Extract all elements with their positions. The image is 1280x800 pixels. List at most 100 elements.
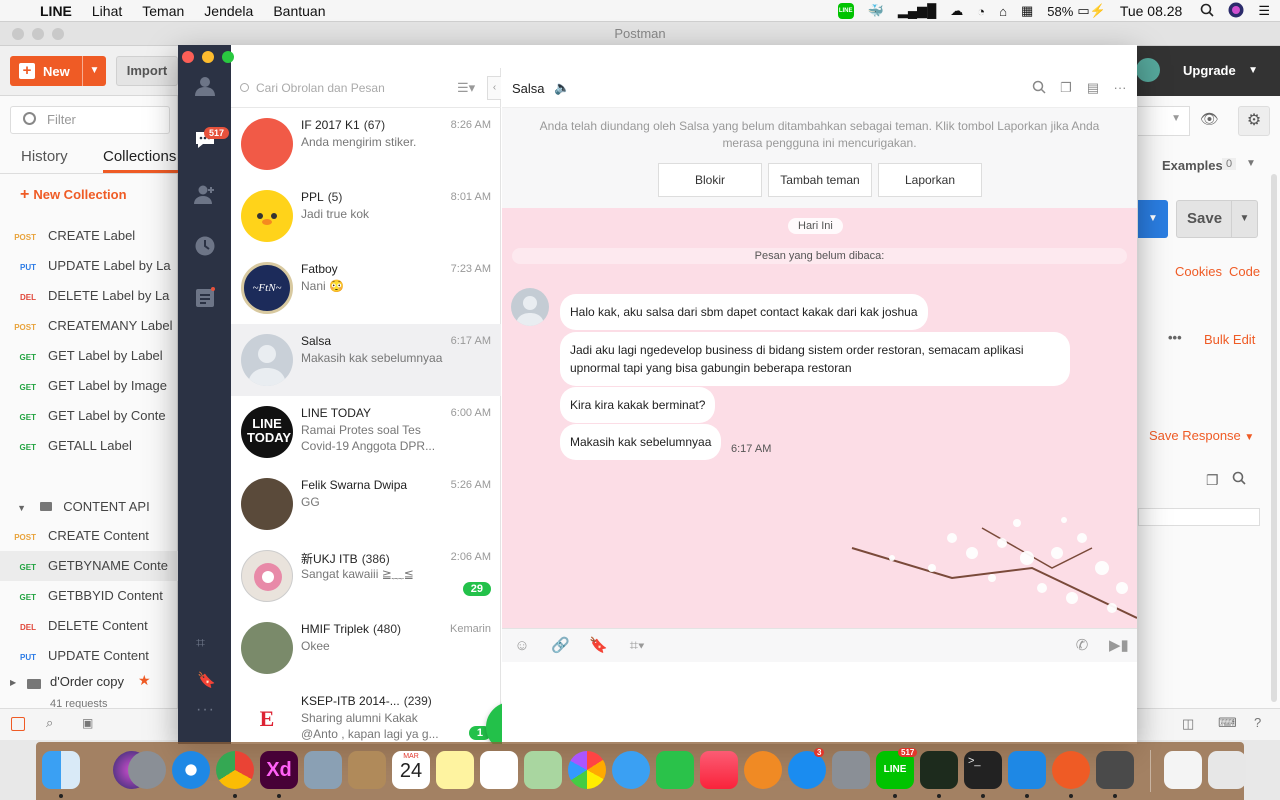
friends-icon[interactable] xyxy=(194,75,216,97)
star-icon[interactable]: ★ xyxy=(138,672,151,689)
message-input[interactable] xyxy=(502,662,1137,744)
screenshot-icon[interactable]: ⌗ xyxy=(196,635,205,653)
response-scroll[interactable] xyxy=(1138,508,1260,526)
more-icon[interactable]: ··· xyxy=(196,701,215,719)
chat-list-item[interactable]: ~FtN~ Fatboy 7:23 AM Nani 😳 xyxy=(231,252,501,324)
emoji-icon[interactable]: ☺ xyxy=(513,637,531,655)
menu-app-name[interactable]: LINE xyxy=(40,3,72,19)
chat-list-item[interactable]: E KSEP-ITB 2014-... (239) Sharing alumni Ka… xyxy=(231,684,501,744)
chevron-down-icon[interactable]: ▼ xyxy=(1246,158,1256,169)
chat-list-item[interactable]: IF 2017 K1 (67) 8:26 AM Anda mengirim stike… xyxy=(231,108,501,180)
tab-history[interactable]: History xyxy=(21,144,68,170)
spotlight-search-icon[interactable] xyxy=(1200,3,1214,20)
reminders-dock-icon[interactable] xyxy=(480,751,518,789)
timeline-icon[interactable] xyxy=(194,235,216,257)
launchpad-dock-icon[interactable] xyxy=(128,751,166,789)
chat-list-item[interactable]: PPL (5) 8:01 AM Jadi true kok xyxy=(231,180,501,252)
video-call-icon[interactable]: ▶▮ xyxy=(1109,637,1129,655)
add-friend-button[interactable]: Tambah teman xyxy=(768,163,872,197)
wifi-off-icon[interactable]: ◔ xyxy=(977,4,985,19)
bulk-edit-link[interactable]: Bulk Edit xyxy=(1204,332,1255,347)
import-button[interactable]: Import xyxy=(116,56,178,86)
voice-call-icon[interactable]: ✆ xyxy=(1073,637,1091,655)
scrollbar[interactable] xyxy=(1271,174,1277,702)
adobe-xd-dock-icon[interactable]: Xd xyxy=(260,751,298,789)
attach-file-icon[interactable]: 🔗 xyxy=(551,637,570,655)
messages-dock-icon[interactable] xyxy=(612,751,650,789)
code-link[interactable]: Code xyxy=(1229,264,1260,279)
keep-bookmark-icon[interactable]: 🔖 xyxy=(589,637,608,655)
request-item[interactable]: GET GET Label by Conte xyxy=(0,401,178,431)
sidebar-toggle-icon[interactable] xyxy=(11,717,25,731)
chat-list-item[interactable]: Felik Swarna Dwipa 5:26 AM GG xyxy=(231,468,501,540)
keep-bookmark-icon[interactable]: 🔖 xyxy=(197,671,216,689)
battery-icon[interactable]: ▭⚡ xyxy=(1077,3,1105,19)
avatar[interactable] xyxy=(1136,58,1160,82)
collapse-panel-button[interactable]: ‹ xyxy=(487,76,501,100)
notification-center-icon[interactable]: ☰ xyxy=(1258,3,1270,19)
two-pane-icon[interactable]: ◫ xyxy=(1182,716,1194,732)
request-item[interactable]: GET GET Label by Label xyxy=(0,341,178,371)
facetime-dock-icon[interactable] xyxy=(656,751,694,789)
block-button[interactable]: Blokir xyxy=(658,163,762,197)
safari-dock-icon[interactable] xyxy=(172,751,210,789)
folder-content-api[interactable]: ▼ CONTENT API xyxy=(0,492,178,522)
creative-cloud-icon[interactable]: ☁ xyxy=(950,3,963,19)
activity-monitor-dock-icon[interactable] xyxy=(920,751,958,789)
help-icon[interactable]: ? xyxy=(1254,715,1261,730)
more-icon[interactable]: ••• xyxy=(1168,330,1182,345)
message-bubble[interactable]: Makasih kak sebelumnyaa xyxy=(560,424,722,460)
zoom-window-button[interactable] xyxy=(222,51,234,63)
chat-list-item[interactable]: HMIF Triplek (480) Kemarin Okee xyxy=(231,612,501,684)
today-news-icon[interactable] xyxy=(194,287,216,309)
report-button[interactable]: Laporkan xyxy=(878,163,982,197)
maps-dock-icon[interactable] xyxy=(524,751,562,789)
chat-title[interactable]: Salsa xyxy=(512,81,545,96)
request-item[interactable]: DEL DELETE Label by La xyxy=(0,281,178,311)
console-icon[interactable]: ▣ xyxy=(82,716,93,730)
speaker-icon[interactable]: 🔈 xyxy=(554,80,570,96)
request-item[interactable]: POST CREATE Content xyxy=(0,521,178,551)
photos-dock-icon[interactable] xyxy=(568,751,606,789)
upgrade-button[interactable]: Upgrade ▼ xyxy=(1172,56,1268,86)
finder-dock-icon[interactable] xyxy=(42,751,80,789)
message-bubble[interactable]: Kira kira kakak berminat? xyxy=(560,387,716,423)
trash-dock-icon[interactable] xyxy=(1208,751,1246,789)
books-dock-icon[interactable] xyxy=(744,751,782,789)
find-icon[interactable]: ⌕ xyxy=(46,715,53,731)
system-preferences-dock-icon[interactable] xyxy=(832,751,870,789)
request-item[interactable]: POST CREATE Label xyxy=(0,221,178,251)
environment-select[interactable]: ▼ xyxy=(1138,106,1190,136)
cookies-link[interactable]: Cookies xyxy=(1175,264,1222,279)
request-item[interactable]: DEL DELETE Content xyxy=(0,611,178,641)
tab-collections[interactable]: Collections xyxy=(103,144,178,173)
calendar-dock-icon[interactable]: MAR 24 xyxy=(392,751,430,789)
siri-icon[interactable] xyxy=(1228,2,1244,21)
postman-dock-icon[interactable] xyxy=(1052,751,1090,789)
album-icon[interactable]: ❐ xyxy=(1058,80,1074,96)
clock[interactable]: Tue 08.28 xyxy=(1120,3,1183,19)
music-dock-icon[interactable] xyxy=(700,751,738,789)
request-item[interactable]: GET GETBYNAME Conte xyxy=(0,551,178,581)
chat-list-item[interactable]: 新UKJ ITB (386) 2:06 AM Sangat kawaiii ≧﹏≦ 29 xyxy=(231,540,501,612)
new-button[interactable]: + New ▼ xyxy=(10,56,106,86)
keyboard-icon[interactable]: ▦ xyxy=(1021,3,1033,19)
line-tray-icon[interactable]: LINE xyxy=(837,3,854,19)
keyboard-icon[interactable]: ⌨ xyxy=(1218,715,1237,731)
send-dropdown-button[interactable]: ▼ xyxy=(1138,200,1168,238)
avatar[interactable] xyxy=(511,288,549,326)
menu-item-teman[interactable]: Teman xyxy=(142,3,184,19)
docker-tray-icon[interactable]: 🐳 xyxy=(868,3,884,19)
notes-dock-icon[interactable] xyxy=(436,751,474,789)
migration-dock-icon[interactable] xyxy=(304,751,342,789)
save-button[interactable]: Save ▼ xyxy=(1176,200,1258,238)
notes-icon[interactable]: ▤ xyxy=(1085,80,1101,96)
eye-icon[interactable]: 👁 xyxy=(1200,110,1219,128)
search-icon[interactable] xyxy=(1031,80,1047,96)
chevron-down-icon[interactable]: ▼ xyxy=(1231,201,1257,237)
request-item[interactable]: POST CREATEMANY Label xyxy=(0,311,178,341)
message-bubble[interactable]: Halo kak, aku salsa dari sbm dapet conta… xyxy=(560,294,928,330)
copy-icon[interactable]: ❐ xyxy=(1206,472,1219,489)
sort-menu-icon[interactable]: ☰▾ xyxy=(457,68,475,108)
request-item[interactable]: GET GETBBYID Content xyxy=(0,581,178,611)
